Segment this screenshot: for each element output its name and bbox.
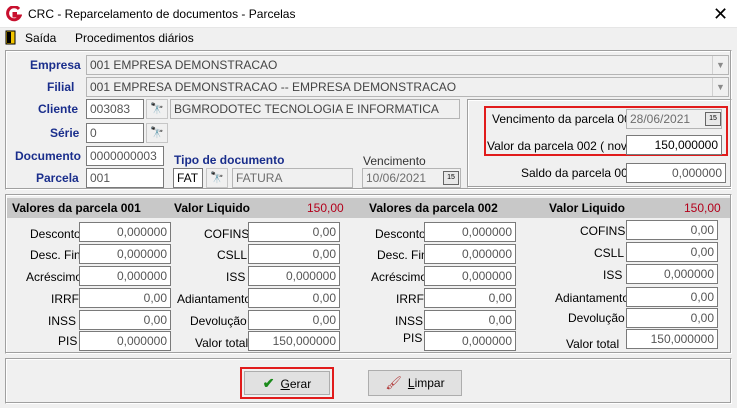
cliente-name-field: BGMRODOTEC TECNOLOGIA E INFORMATICA — [170, 99, 460, 119]
p1-adiantamento-field[interactable]: 0,00 — [248, 288, 340, 308]
valores-parcela-001-title: Valores da parcela 001 — [12, 201, 141, 215]
empresa-combo[interactable]: 001 EMPRESA DEMONSTRACAO — [86, 55, 729, 75]
saldo-parcela-001-label: Saldo da parcela 001 — [521, 166, 635, 180]
vencimento-label: Vencimento — [363, 154, 426, 168]
p1-irrf-label: IRRF — [51, 292, 79, 306]
empresa-label: Empresa — [30, 58, 81, 72]
gerar-button[interactable]: ✔ Gerar — [244, 371, 330, 395]
p1-pis-field[interactable]: 0,000000 — [79, 331, 171, 351]
p1-irrf-field[interactable]: 0,00 — [79, 288, 171, 308]
venc-parcela-002-calendar-icon[interactable]: 15 — [705, 112, 721, 126]
venc-parcela-002-label: Vencimento da parcela 002 — [492, 112, 638, 126]
p2-irrf-label: IRRF — [396, 292, 424, 306]
app-logo-icon — [6, 6, 22, 22]
p1-adiantamento-label: Adiantamento — [177, 292, 252, 306]
serie-binoculars-icon[interactable]: 🔭 — [146, 123, 168, 143]
cliente-label: Cliente — [38, 102, 79, 116]
valor-liquido-001-value: 150,00 — [307, 201, 344, 215]
exit-door-icon — [5, 30, 16, 45]
brush-icon: 🖌 — [385, 375, 402, 390]
p1-acrescimo-label: Acréscimo — [26, 270, 83, 284]
serie-label: Série — [50, 126, 80, 140]
p2-iss-field[interactable]: 0,000000 — [626, 264, 718, 284]
window-title: CRC - Reparcelamento de documentos - Par… — [28, 7, 296, 21]
tipo-code-field[interactable]: FAT — [173, 168, 203, 188]
p1-devolucao-label: Devolução — [190, 314, 247, 328]
limpar-button[interactable]: 🖌 Limpar — [368, 370, 462, 396]
check-icon: ✔ — [262, 375, 275, 391]
cliente-code-field[interactable]: 003083 — [86, 99, 144, 119]
valores-parcela-002-title: Valores da parcela 002 — [369, 201, 498, 215]
p2-valor-total-label: Valor total — [566, 337, 620, 351]
p1-csll-label: CSLL — [217, 248, 248, 262]
p2-adiantamento-field[interactable]: 0,00 — [626, 287, 718, 307]
valor-liquido-002-value: 150,00 — [684, 201, 721, 215]
p1-valor-total-field: 150,000000 — [248, 331, 340, 351]
p2-acrescimo-field[interactable]: 0,000000 — [424, 266, 516, 286]
p1-desc-fin-label: Desc. Fin — [30, 248, 81, 262]
p1-csll-field[interactable]: 0,00 — [248, 244, 340, 264]
p2-inss-label: INSS — [395, 314, 424, 328]
tipo-documento-label: Tipo de documento — [174, 153, 285, 167]
p1-iss-field[interactable]: 0,000000 — [248, 266, 340, 286]
empresa-value: 001 EMPRESA DEMONSTRACAO — [90, 58, 278, 72]
p2-desc-fin-label: Desc. Fin — [377, 248, 428, 262]
documento-label: Documento — [15, 149, 81, 163]
menu-item-saida[interactable]: Saída — [25, 31, 56, 45]
parcela-field[interactable]: 001 — [86, 168, 164, 188]
p2-csll-label: CSLL — [594, 246, 625, 260]
p2-desconto-field[interactable]: 0,000000 — [424, 222, 516, 242]
p2-devolucao-label: Devolução — [568, 311, 625, 325]
p2-inss-field[interactable]: 0,00 — [424, 310, 516, 330]
p1-cofins-field[interactable]: 0,00 — [248, 222, 340, 242]
filial-dropdown-arrow-icon[interactable]: ▼ — [712, 78, 728, 96]
p1-inss-label: INSS — [48, 314, 77, 328]
p2-csll-field[interactable]: 0,00 — [626, 242, 718, 262]
p1-desconto-label: Desconto — [30, 227, 81, 241]
p2-desc-fin-field[interactable]: 0,000000 — [424, 244, 516, 264]
empresa-dropdown-arrow-icon[interactable]: ▼ — [712, 56, 728, 74]
menu-item-procedimentos[interactable]: Procedimentos diários — [75, 31, 194, 45]
p1-pis-label: PIS — [58, 334, 78, 348]
filial-combo[interactable]: 001 EMPRESA DEMONSTRACAO -- EMPRESA DEMO… — [86, 77, 729, 97]
parcela-label: Parcela — [36, 171, 79, 185]
documento-field[interactable]: 0000000003 — [86, 146, 164, 166]
serie-field[interactable]: 0 — [86, 123, 144, 143]
p1-desc-fin-field[interactable]: 0,000000 — [79, 244, 171, 264]
p2-pis-field[interactable]: 0,000000 — [424, 331, 516, 351]
p1-cofins-label: COFINS — [204, 227, 250, 241]
p2-pis-label: PIS — [403, 331, 423, 345]
p2-irrf-field[interactable]: 0,00 — [424, 288, 516, 308]
p1-desconto-field[interactable]: 0,000000 — [79, 222, 171, 242]
p2-desconto-label: Desconto — [375, 227, 426, 241]
p2-iss-label: ISS — [603, 268, 623, 282]
p2-cofins-label: COFINS — [580, 224, 626, 238]
close-button[interactable]: ✕ — [704, 0, 737, 28]
valor-parcela-002-field[interactable]: 150,000000 — [626, 135, 722, 155]
cliente-binoculars-icon[interactable]: 🔭 — [146, 99, 168, 119]
valor-liquido-002-label: Valor Liquido — [549, 201, 626, 215]
filial-value: 001 EMPRESA DEMONSTRACAO -- EMPRESA DEMO… — [90, 80, 457, 94]
vencimento-calendar-icon[interactable]: 15 — [443, 171, 459, 185]
p2-adiantamento-label: Adiantamento — [555, 291, 630, 305]
p1-acrescimo-field[interactable]: 0,000000 — [79, 266, 171, 286]
tipo-name-field: FATURA — [232, 168, 353, 188]
filial-label: Filial — [47, 80, 75, 94]
p2-devolucao-field[interactable]: 0,00 — [626, 308, 718, 328]
p1-iss-label: ISS — [226, 270, 246, 284]
p1-devolucao-field[interactable]: 0,00 — [248, 310, 340, 330]
p1-valor-total-label: Valor total — [195, 336, 249, 350]
saldo-parcela-001-field: 0,000000 — [626, 163, 726, 183]
valor-parcela-002-label: Valor da parcela 002 ( nova ) — [487, 139, 641, 153]
p1-inss-field[interactable]: 0,00 — [79, 310, 171, 330]
p2-cofins-field[interactable]: 0,00 — [626, 220, 718, 240]
valor-liquido-001-label: Valor Liquido — [174, 201, 251, 215]
p2-valor-total-field: 150,000000 — [626, 329, 718, 349]
p2-acrescimo-label: Acréscimo — [371, 270, 428, 284]
tipo-binoculars-icon[interactable]: 🔭 — [206, 168, 228, 188]
